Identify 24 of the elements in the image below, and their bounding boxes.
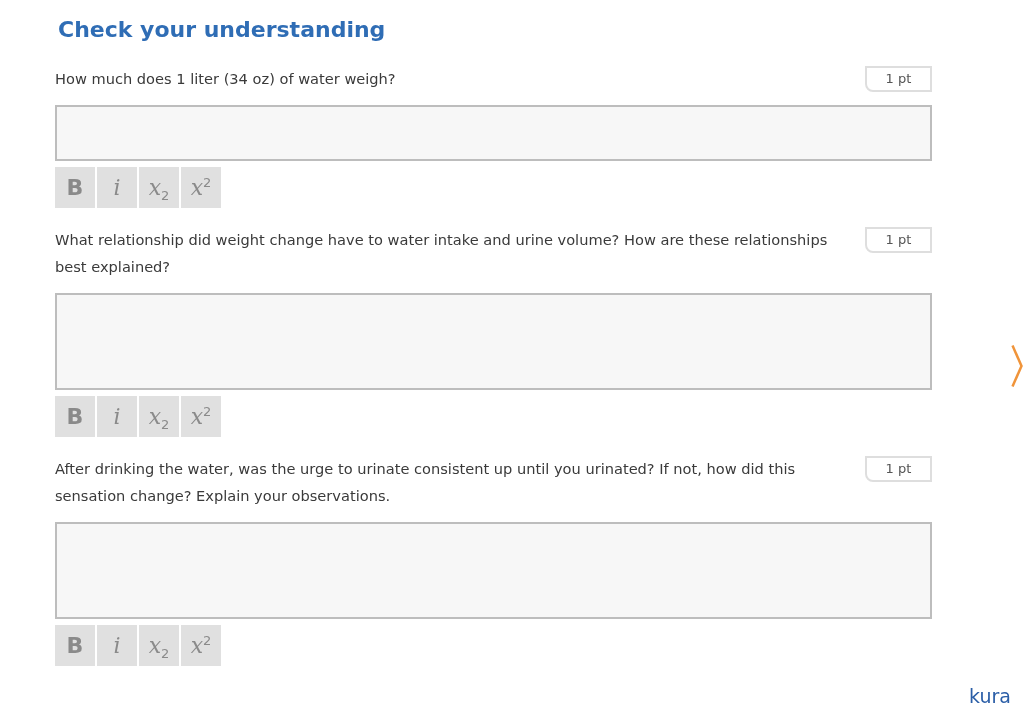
bold-button[interactable]: B (55, 167, 95, 208)
italic-button[interactable]: i (97, 167, 137, 208)
superscript-button[interactable]: x$^{2}$ (181, 625, 221, 666)
subscript-button[interactable]: x$_{2}$ (139, 625, 179, 666)
bold-button[interactable]: B (55, 625, 95, 666)
subscript-button[interactable]: x$_{2}$ (139, 396, 179, 437)
answer-field[interactable] (55, 105, 932, 161)
answer-field[interactable] (55, 522, 932, 619)
points-badge: 1 pt (865, 66, 932, 92)
italic-button[interactable]: i (97, 625, 137, 666)
logo-text: kura (969, 684, 1011, 708)
answer-field[interactable] (55, 293, 932, 390)
bold-button[interactable]: B (55, 396, 95, 437)
points-badge: 1 pt (865, 456, 932, 482)
question-text: How much does 1 liter (34 oz) of water weigh? (55, 69, 397, 89)
chevron-right-icon[interactable] (1011, 344, 1023, 388)
points-badge: 1 pt (865, 227, 932, 253)
question-text: After drinking the water, was the urge to urinate consistent up until you urinated? If not, how did this sensation change? Explain your observations. (55, 459, 797, 506)
page-title: Check your understanding (58, 16, 387, 44)
superscript-button[interactable]: x$^{2}$ (181, 167, 221, 208)
question-text: What relationship did weight change have to water intake and urine volume? How are these relationships best explained? (55, 230, 829, 277)
subscript-button[interactable]: x$_{2}$ (139, 167, 179, 208)
italic-button[interactable]: i (97, 396, 137, 437)
superscript-button[interactable]: x$^{2}$ (181, 396, 221, 437)
